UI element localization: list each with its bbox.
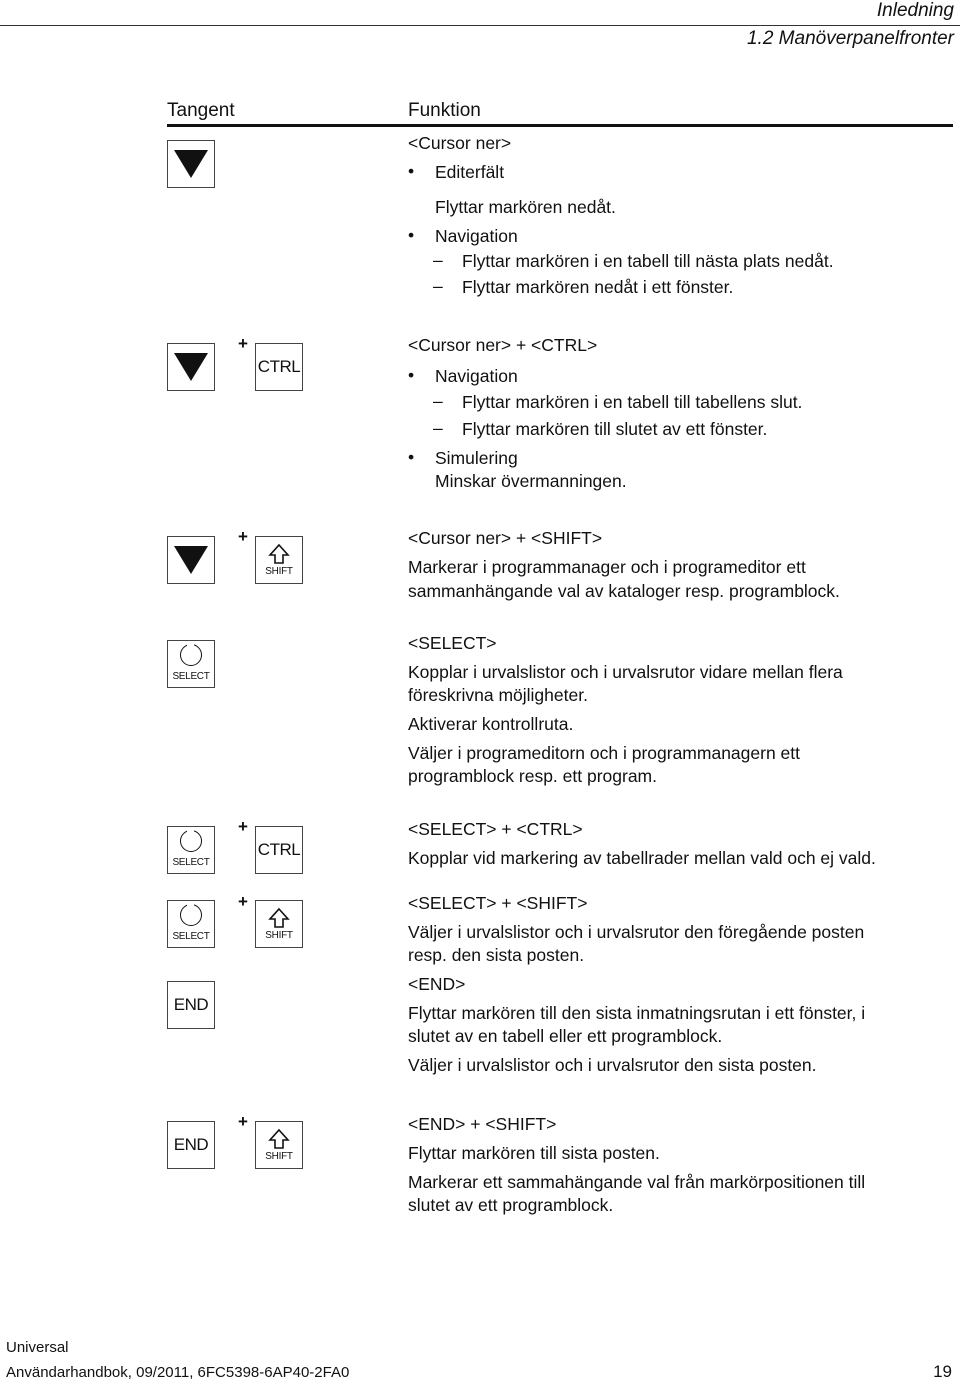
row-text: Väljer i programeditorn och i programman… <box>408 743 800 763</box>
select-key-label: SELECT <box>172 671 210 682</box>
row-title: <Cursor ner> + <SHIFT> <box>408 528 603 548</box>
row-title: <Cursor ner> <box>408 133 512 153</box>
row-title: <SELECT> + <CTRL> <box>408 819 583 839</box>
row-title: <END> + <SHIFT> <box>408 1114 557 1134</box>
row-text: sammanhängande val av kataloger resp. pr… <box>408 581 840 601</box>
row-text: programblock resp. ett program. <box>408 766 657 786</box>
chapter-title: Inledning <box>876 0 954 21</box>
bullet-item: Simulering <box>435 448 518 468</box>
page-number: 19 <box>933 1362 952 1381</box>
select-key: SELECT <box>167 900 215 948</box>
down-triangle-icon <box>174 353 208 381</box>
select-key: SELECT <box>167 826 215 874</box>
bullet-text: Flyttar markören nedåt. <box>435 197 616 217</box>
select-circle-icon <box>180 902 202 926</box>
dash-icon: – <box>433 276 443 296</box>
end-key: END <box>167 981 215 1029</box>
row-text: Väljer i urvalslistor och i urvalsrutor … <box>408 1055 817 1075</box>
bullet-icon: • <box>408 161 415 181</box>
plus-sign: + <box>238 334 248 353</box>
bullet-icon: • <box>408 225 415 245</box>
column-header-function: Funktion <box>408 100 481 121</box>
shift-key: SHIFT <box>255 900 303 948</box>
row-title: <SELECT> <box>408 633 497 653</box>
ctrl-key-label: CTRL <box>257 357 301 376</box>
dash-item: Flyttar markören nedåt i ett fönster. <box>462 277 734 297</box>
bullet-item: Navigation <box>435 226 518 246</box>
bullet-item: Navigation <box>435 366 518 386</box>
row-text: Kopplar i urvalslistor och i urvalsrutor… <box>408 662 843 682</box>
cursor-down-key <box>167 343 215 391</box>
shift-key: SHIFT <box>255 536 303 584</box>
end-key-label: END <box>173 1135 209 1154</box>
header-rule <box>0 25 960 26</box>
dash-item: Flyttar markören till slutet av ett föns… <box>462 419 768 439</box>
ctrl-key: CTRL <box>255 826 303 874</box>
shift-arrow-icon <box>268 543 290 564</box>
select-key-label: SELECT <box>172 857 210 868</box>
section-title: 1.2 Manöverpanelfronter <box>746 28 954 49</box>
end-key: END <box>167 1121 215 1169</box>
plus-sign: + <box>238 892 248 911</box>
header-rule-thick <box>167 124 953 127</box>
row-title: <Cursor ner> + <CTRL> <box>408 335 598 355</box>
shift-key-label: SHIFT <box>265 566 293 577</box>
cursor-down-key <box>167 140 215 188</box>
row-text: resp. den sista posten. <box>408 945 585 965</box>
footer-document: Användarhandbok, 09/2011, 6FC5398-6AP40-… <box>6 1364 350 1381</box>
dash-icon: – <box>433 250 443 270</box>
dash-item: Flyttar markören i en tabell till nästa … <box>462 251 834 271</box>
row-text: Aktiverar kontrollruta. <box>408 714 574 734</box>
row-text: Väljer i urvalslistor och i urvalsrutor … <box>408 922 865 942</box>
down-triangle-icon <box>174 546 208 574</box>
dash-icon: – <box>433 391 443 411</box>
select-key-label: SELECT <box>172 931 210 942</box>
shift-key-label: SHIFT <box>265 1151 293 1162</box>
shift-arrow-icon <box>268 907 290 928</box>
bullet-icon: • <box>408 365 415 385</box>
row-text: Markerar i programmanager och i programe… <box>408 557 806 577</box>
row-text: föreskrivna möjligheter. <box>408 685 588 705</box>
plus-sign: + <box>238 1112 248 1131</box>
row-text: slutet av en tabell eller ett programblo… <box>408 1026 723 1046</box>
end-key-label: END <box>173 995 209 1014</box>
cursor-down-key <box>167 536 215 584</box>
plus-sign: + <box>238 527 248 546</box>
shift-arrow-icon <box>268 1128 290 1149</box>
ctrl-key: CTRL <box>255 343 303 391</box>
row-text: Kopplar vid markering av tabellrader mel… <box>408 848 876 868</box>
shift-key: SHIFT <box>255 1121 303 1169</box>
row-text: Flyttar markören till sista posten. <box>408 1143 660 1163</box>
dash-icon: – <box>433 418 443 438</box>
dash-item: Flyttar markören i en tabell till tabell… <box>462 392 803 412</box>
select-circle-icon <box>180 642 202 666</box>
bullet-text: Minskar övermanningen. <box>435 471 627 491</box>
select-key: SELECT <box>167 640 215 688</box>
row-title: <SELECT> + <SHIFT> <box>408 893 588 913</box>
select-circle-icon <box>180 828 202 852</box>
ctrl-key-label: CTRL <box>257 840 301 859</box>
down-triangle-icon <box>174 150 208 178</box>
shift-key-label: SHIFT <box>265 930 293 941</box>
column-header-key: Tangent <box>167 100 235 121</box>
row-text: Flyttar markören till den sista inmatnin… <box>408 1003 866 1023</box>
row-text: Markerar ett sammahängande val från mark… <box>408 1172 866 1192</box>
row-title: <END> <box>408 974 466 994</box>
bullet-icon: • <box>408 447 415 467</box>
footer-product: Universal <box>6 1339 69 1356</box>
plus-sign: + <box>238 817 248 836</box>
row-text: slutet av ett programblock. <box>408 1195 614 1215</box>
bullet-item: Editerfält <box>435 162 505 182</box>
